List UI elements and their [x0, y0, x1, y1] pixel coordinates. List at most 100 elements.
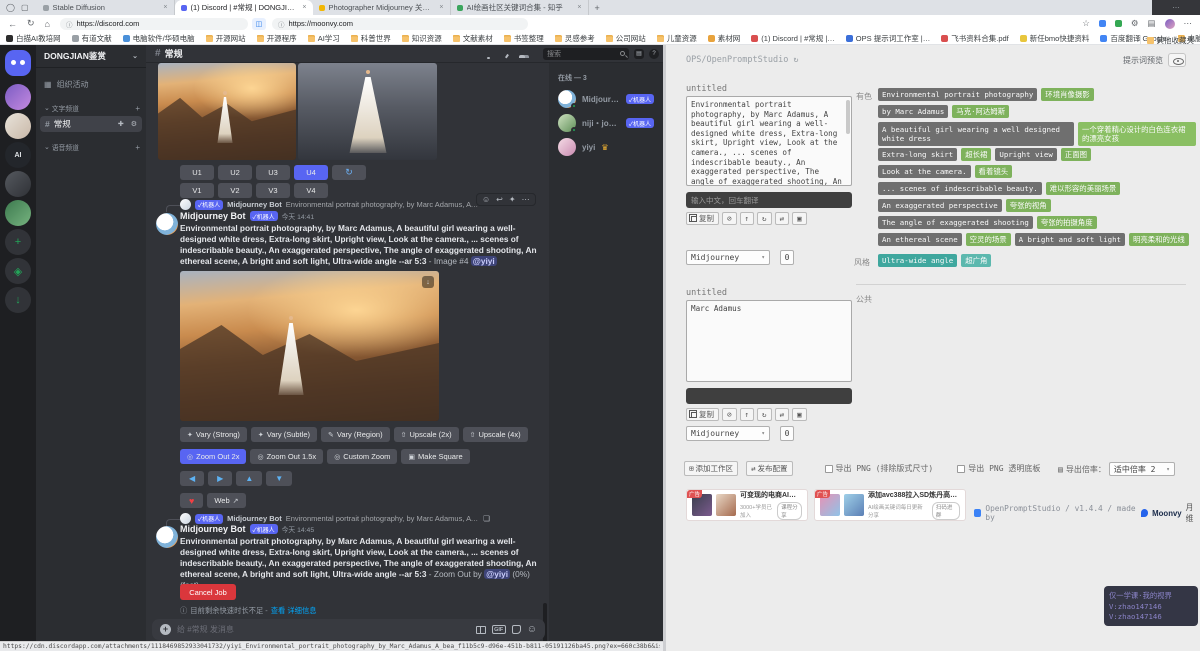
- tool-button-swap[interactable]: ⇄: [775, 212, 790, 225]
- checkbox[interactable]: [825, 465, 833, 473]
- rail-action-button[interactable]: ↓: [5, 287, 31, 313]
- discord-home-button[interactable]: [5, 50, 31, 76]
- address-bar-left[interactable]: ⓘ https://discord.com: [60, 18, 248, 30]
- tool-button-refresh[interactable]: ↻: [757, 408, 772, 421]
- prompt-tag[interactable]: 正面图: [1061, 148, 1091, 161]
- refresh-icon[interactable]: ↻: [793, 55, 798, 65]
- browser-tab[interactable]: Stable Diffusion ×: [37, 0, 175, 15]
- tool-button-ban[interactable]: ⊘: [722, 212, 737, 225]
- prompt-tag[interactable]: 超长裙: [961, 148, 991, 161]
- extensions-gear-icon[interactable]: ⚙: [1131, 18, 1139, 29]
- events-item[interactable]: ▦ 组织活动: [36, 76, 146, 93]
- scale-select[interactable]: 适中倍率 2▾: [1109, 462, 1175, 476]
- publish-config-button[interactable]: ⇄发布配置: [746, 461, 793, 476]
- translate-input[interactable]: [686, 388, 852, 404]
- add-channel-icon[interactable]: +: [135, 104, 140, 113]
- bookmark-item[interactable]: 白描AI教培网: [6, 33, 61, 44]
- server-avatar[interactable]: [5, 171, 31, 197]
- tool-button-save[interactable]: ▣: [792, 408, 807, 421]
- sticker-icon[interactable]: [512, 625, 521, 634]
- prompt-tag[interactable]: Upright view: [995, 148, 1056, 161]
- message-action-icon[interactable]: ☺: [482, 195, 490, 204]
- prompt-tag[interactable]: A beautiful girl wearing a well designed…: [878, 122, 1074, 146]
- server-avatar[interactable]: AI: [5, 142, 31, 168]
- workspace-title[interactable]: untitled: [686, 288, 727, 298]
- prompt-textarea[interactable]: Marc Adamus: [686, 300, 852, 382]
- prompt-tag[interactable]: 一个穿着精心设计的白色连衣裙的漂亮女孩: [1078, 122, 1196, 146]
- tab-close-icon[interactable]: ×: [163, 4, 167, 11]
- prompt-tag[interactable]: 明亮柔和的光线: [1129, 233, 1189, 246]
- mention-pill[interactable]: @yiyi: [484, 569, 510, 579]
- prompt-tag[interactable]: Environmental portrait photography: [878, 88, 1037, 101]
- pan-arrow-button[interactable]: ▲: [236, 471, 262, 486]
- extension-icon-green[interactable]: [1115, 20, 1122, 27]
- reload-button[interactable]: ↻: [27, 18, 35, 29]
- member-row[interactable]: Midjourney Bot ✓机器人: [552, 87, 660, 111]
- tool-button-save[interactable]: ▣: [792, 212, 807, 225]
- browser-profile-avatar[interactable]: [1165, 19, 1175, 29]
- engine-select[interactable]: Midjourney▾: [686, 426, 770, 441]
- tool-button-swap[interactable]: ⇄: [775, 408, 790, 421]
- notifications-bell-icon[interactable]: [483, 49, 493, 59]
- voice-channels-category[interactable]: ⌄ 语音频道 +: [36, 140, 146, 154]
- prompt-tag[interactable]: An ethereal scene: [878, 233, 962, 246]
- eye-icon[interactable]: [1168, 53, 1186, 67]
- window-controls[interactable]: ⋯: [1152, 0, 1200, 15]
- vary-button[interactable]: ⇧Upscale (4x): [463, 427, 528, 442]
- text-channels-category[interactable]: ⌄ 文字频道 +: [36, 101, 146, 115]
- vary-button[interactable]: ✎Vary (Region): [321, 427, 390, 442]
- bookmark-item[interactable]: 儿童资源: [657, 33, 697, 44]
- browser-tab[interactable]: (1) Discord | #常规 | DONGJIAN鉴 ×: [175, 0, 313, 15]
- export-png-checkbox-1[interactable]: 导出 PNG (排除版式尺寸): [825, 461, 934, 476]
- prompt-tag[interactable]: A bright and soft light: [1015, 233, 1125, 246]
- home-button[interactable]: ⌂: [45, 19, 50, 29]
- address-bar-right[interactable]: ⓘ https://moonvy.com: [272, 18, 528, 30]
- pan-arrow-button[interactable]: ◀: [180, 471, 204, 486]
- prompt-tag[interactable]: 夸张的视角: [1006, 199, 1051, 212]
- bookmark-item[interactable]: 科普世界: [351, 33, 391, 44]
- upscale-button[interactable]: ↻: [332, 165, 366, 180]
- reply-preview[interactable]: ✓机器人 Midjourney Bot Environmental portra…: [180, 513, 490, 524]
- rail-action-button[interactable]: ◈: [5, 258, 31, 284]
- mention-pill[interactable]: @yiyi: [471, 256, 497, 266]
- ad-pill-button[interactable]: 课程分享: [777, 502, 802, 520]
- attach-plus-icon[interactable]: +: [160, 624, 171, 635]
- extension-icon-blue[interactable]: [1099, 20, 1106, 27]
- prompt-tag[interactable]: Look at the camera.: [878, 165, 971, 178]
- profile-icon[interactable]: ◯: [6, 3, 15, 12]
- tool-button-ban[interactable]: ⊘: [722, 408, 737, 421]
- inbox-icon[interactable]: ▤: [634, 49, 644, 59]
- new-tab-button[interactable]: +: [595, 3, 600, 13]
- textarea-scrollbar[interactable]: [846, 100, 850, 134]
- add-workspace-button[interactable]: ⊞添加工作区: [684, 461, 738, 476]
- tab-close-icon[interactable]: ×: [577, 4, 581, 11]
- cancel-job-button[interactable]: Cancel Job: [180, 584, 236, 600]
- copy-button[interactable]: 复制: [686, 212, 719, 225]
- gif-picker-icon[interactable]: GIF: [492, 625, 506, 634]
- prompt-tag[interactable]: ... scenes of indescribable beauty.: [878, 182, 1042, 195]
- midjourney-upscaled-image[interactable]: ↓: [180, 271, 439, 421]
- web-button[interactable]: Web↗: [207, 493, 245, 508]
- invite-icon[interactable]: ✚: [118, 120, 124, 128]
- upscale-button[interactable]: U2: [218, 165, 252, 180]
- pan-arrow-button[interactable]: ▼: [266, 471, 292, 486]
- prompt-textarea[interactable]: Environmental portrait photography, by M…: [686, 96, 852, 186]
- bookmark-item[interactable]: OPS 提示词工作室 |…: [846, 33, 930, 44]
- search-input[interactable]: 搜索: [543, 48, 629, 60]
- zoom-button[interactable]: ◎Custom Zoom: [327, 449, 397, 464]
- bookmark-item[interactable]: (1) Discord | #常规 |…: [751, 33, 835, 44]
- ad-banner[interactable]: 广告 添加avc388拉入SD炼丹高效学习交流群 AI绘画关键词每日更新分享扫码…: [814, 489, 966, 521]
- prompt-tag[interactable]: 看着镜头: [975, 165, 1013, 178]
- prompt-tag[interactable]: by Marc Adamus: [878, 105, 948, 118]
- prompt-tag[interactable]: 夸张的拍摄角度: [1037, 216, 1097, 229]
- help-icon[interactable]: ?: [649, 49, 659, 59]
- author-name[interactable]: Midjourney Bot: [180, 524, 246, 534]
- bookmark-item[interactable]: 灵感参考: [555, 33, 595, 44]
- tool-button-refresh[interactable]: ↻: [757, 212, 772, 225]
- brand-link[interactable]: Moonvy: [1152, 509, 1181, 518]
- prompt-tag[interactable]: 空灵的场景: [966, 233, 1011, 246]
- bookmark-star-icon[interactable]: ☆: [1082, 18, 1090, 29]
- bookmark-item[interactable]: 知识资源: [402, 33, 442, 44]
- author-name[interactable]: Midjourney Bot: [180, 211, 246, 221]
- prompt-tag[interactable]: 超广角: [961, 254, 991, 267]
